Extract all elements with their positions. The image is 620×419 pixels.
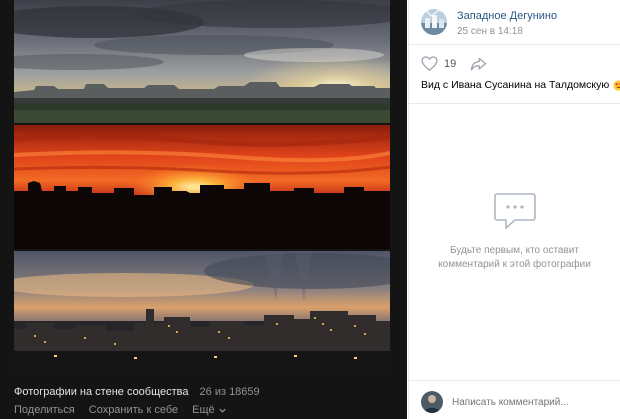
album-title[interactable]: Фотографии на стене сообщества — [14, 386, 189, 398]
share-arrow-icon[interactable] — [470, 57, 487, 71]
author-name[interactable]: Западное Дегунино — [457, 10, 557, 23]
heart-eyes-emoji — [613, 79, 620, 91]
post-caption: Вид с Ивана Сусанина на Талдомскую — [421, 79, 620, 91]
heart-icon[interactable] — [421, 56, 438, 71]
user-avatar[interactable] — [421, 391, 443, 413]
photo[interactable] — [14, 0, 390, 376]
divider — [409, 103, 620, 104]
community-avatar[interactable] — [421, 9, 447, 35]
photo-panel-storm-city — [14, 251, 390, 376]
post-actions: 19 — [421, 56, 487, 71]
photo-counter: 26 из 18659 — [199, 386, 260, 398]
more-menu[interactable]: Ещё — [192, 404, 227, 416]
more-label: Ещё — [192, 404, 215, 416]
photo-viewer: Фотографии на стене сообщества 26 из 186… — [0, 0, 407, 419]
comment-composer — [421, 391, 611, 413]
empty-line-2: комментарий к этой фотографии — [438, 259, 591, 270]
post-author: Западное Дегунино 25 сен в 14:18 — [421, 9, 557, 38]
caption-text: Вид с Ивана Сусанина на Талдомскую — [421, 79, 610, 91]
comment-input[interactable] — [452, 396, 602, 408]
comment-bubble-icon — [493, 193, 536, 229]
photo-panel-cloudy-sky — [14, 0, 390, 123]
divider — [409, 380, 620, 381]
save-link[interactable]: Сохранить к себе — [89, 404, 178, 416]
photo-panel-red-sunset — [14, 125, 390, 249]
share-link[interactable]: Поделиться — [14, 404, 75, 416]
no-comments-placeholder: Будьте первым, кто оставит комментарий к… — [409, 192, 620, 272]
like-count: 19 — [444, 57, 457, 70]
viewer-footer: Фотографии на стене сообщества 26 из 186… — [14, 384, 394, 418]
empty-line-1: Будьте первым, кто оставит — [450, 245, 579, 256]
chevron-down-icon — [219, 408, 226, 413]
post-time[interactable]: 25 сен в 14:18 — [457, 25, 557, 38]
post-sidebar: Западное Дегунино 25 сен в 14:18 19 Вид … — [408, 0, 620, 419]
divider — [409, 44, 620, 45]
